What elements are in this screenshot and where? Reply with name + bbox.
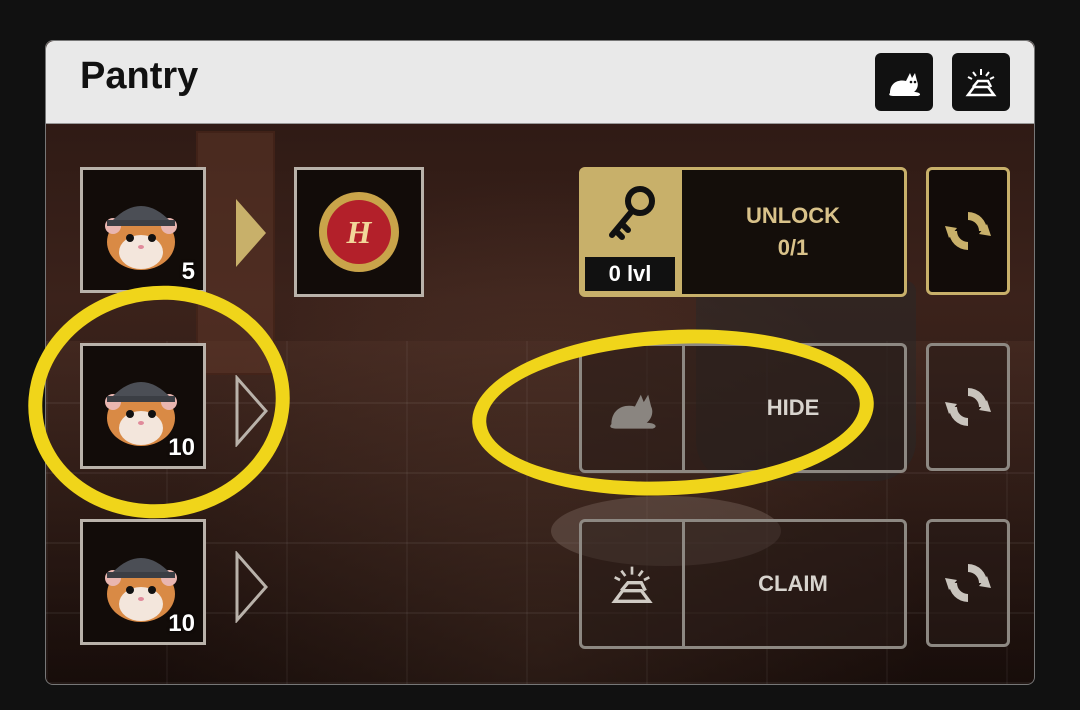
refresh-button-3[interactable] — [926, 519, 1010, 647]
key-cell: 0 lvl — [582, 170, 682, 294]
level-tag: 0 lvl — [585, 257, 675, 291]
refresh-icon — [945, 564, 991, 602]
svg-text:H: H — [346, 214, 373, 250]
page-title: Pantry — [80, 55, 199, 97]
key-icon — [609, 186, 655, 240]
gold-bars-icon — [611, 566, 653, 603]
refresh-button-1[interactable] — [926, 167, 1010, 295]
reward-slot: H — [294, 167, 424, 297]
refresh-button-2[interactable] — [926, 343, 1010, 471]
unlock-label: UNLOCK 0/1 — [682, 170, 904, 294]
hamster-slot-3[interactable]: 10 — [80, 519, 206, 645]
refresh-icon — [945, 388, 991, 426]
arrow-right-icon — [236, 199, 266, 267]
gold-bars-icon — [965, 69, 997, 97]
refresh-icon — [945, 212, 991, 250]
cat-icon — [889, 73, 921, 96]
unlock-count: 0/1 — [777, 235, 809, 260]
gold-cell — [582, 522, 685, 646]
hamster-slot-1[interactable]: 5 — [80, 167, 206, 293]
cat-filter-button[interactable] — [875, 53, 933, 111]
arrow-right-icon — [235, 551, 268, 623]
panel-header: Pantry — [46, 41, 1034, 124]
coin-h-icon: H — [319, 192, 399, 272]
unlock-action[interactable]: 0 lvl UNLOCK 0/1 — [579, 167, 907, 297]
claim-action[interactable]: CLAIM — [579, 519, 907, 649]
hamster-level: 10 — [168, 610, 195, 637]
claim-label: CLAIM — [758, 571, 828, 596]
unlock-text: UNLOCK — [745, 203, 841, 228]
gold-filter-button[interactable] — [952, 53, 1010, 111]
hamster-level: 5 — [181, 258, 195, 285]
